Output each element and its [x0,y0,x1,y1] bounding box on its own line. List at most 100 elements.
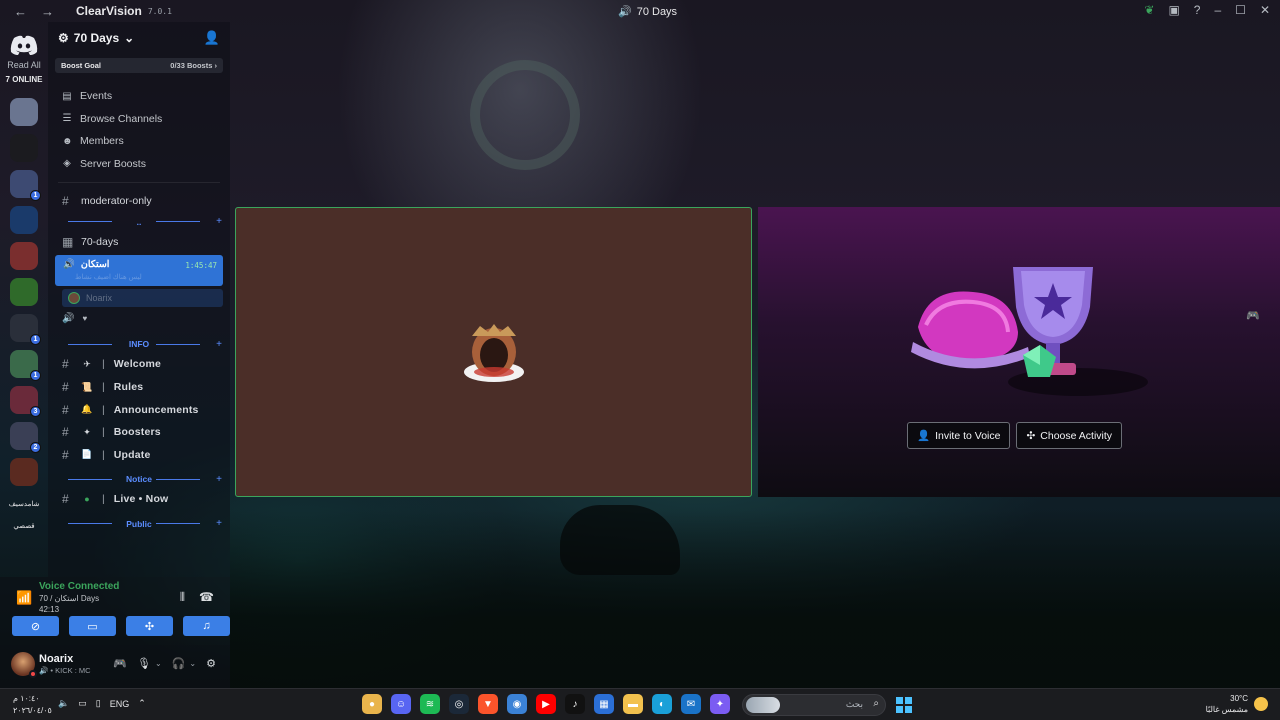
chrome-icon[interactable]: ◉ [507,694,527,714]
soundboard-button[interactable]: ♫ [183,616,230,636]
store-icon[interactable]: ▦ [594,694,614,714]
battery-icon[interactable]: ▯ [96,698,101,709]
server-icon[interactable] [10,458,38,486]
user-activity: 🔊 • KICK : MC [39,666,91,675]
tiktok-icon[interactable]: ♪ [565,694,585,714]
nav-item-server-boosts[interactable]: ◈ Server Boosts [48,153,230,176]
channel-live-now[interactable]: # ● | Live • Now [48,488,230,511]
microphone-icon[interactable]: 🎙 [137,657,151,670]
burger-king-icon[interactable]: ● [362,694,382,714]
outlook-icon[interactable]: ✉ [681,694,701,714]
chevron-down-icon[interactable]: ⌄ [155,659,162,668]
file-explorer-icon[interactable]: ▬ [623,694,643,714]
voice-status[interactable]: Voice Connected [39,581,119,592]
minimize-button[interactable]: – [1214,3,1221,17]
voice-channel-info[interactable]: 70 / استكان Days [39,594,99,603]
server-icon[interactable] [10,98,38,126]
weather-widget[interactable]: 30°C مشمس غالبًا [1206,693,1268,715]
voice-channel-2[interactable]: 🔊 ♥ [48,307,230,329]
maximize-button[interactable]: ☐ [1235,3,1246,17]
server-icon[interactable]: 2 [10,422,41,453]
youtube-icon[interactable]: ▶ [536,694,556,714]
server-header[interactable]: ⚙ 70 Days ⌄ 👤 [48,22,230,54]
add-channel-icon[interactable]: + [216,518,222,529]
back-arrow-icon[interactable]: ← [14,4,27,19]
channel-boosters[interactable]: # ✦ | Boosters [48,421,230,444]
disconnect-icon[interactable]: ☎ [199,590,214,605]
screen-share-button[interactable]: ▭ [69,616,116,636]
start-button[interactable] [896,697,912,713]
window-title: 🔊 70 Days [618,5,677,19]
close-button[interactable]: ✕ [1260,3,1270,17]
add-channel-icon[interactable]: + [216,474,222,485]
discord-icon[interactable]: ☺ [391,694,411,714]
add-channel-icon[interactable]: + [216,216,222,227]
spotify-icon[interactable]: ≋ [420,694,440,714]
server-icon[interactable]: 1 [10,170,41,201]
headphones-icon[interactable]: 🎧 [172,657,186,670]
nav-label: Server Boosts [80,157,146,170]
voice-user-tile[interactable] [235,207,752,497]
network-icon[interactable]: ▭ [78,698,87,709]
gamepad-icon[interactable]: 🎮 [113,657,127,670]
camera-off-button[interactable]: ⊘ [12,616,59,636]
read-all-button[interactable]: Read All [7,60,41,70]
chevron-up-icon[interactable]: ⌃ [138,698,146,709]
steam-icon[interactable]: ◎ [449,694,469,714]
inbox-icon[interactable]: ▣ [1168,3,1179,17]
copilot-icon[interactable]: ✦ [710,694,730,714]
nav-item-members[interactable]: ☻ Members [48,130,230,153]
server-icon[interactable]: 3 [10,386,41,417]
notification-badge: 1 [30,334,41,345]
controller-icon[interactable]: 🎮 [1246,309,1260,322]
noise-suppression-icon[interactable]: ⦀ [180,590,185,605]
brave-icon[interactable]: ▼ [478,694,498,714]
speaker-icon: 🔊 [63,259,75,271]
signal-icon[interactable]: 📶 [16,590,32,606]
server-icon[interactable] [10,278,38,306]
leaf-icon[interactable]: ❦ [1144,3,1154,17]
user-avatar-icon [464,324,524,382]
edge-icon[interactable]: ◐ [652,694,672,714]
server-icon[interactable] [10,134,38,162]
volume-icon[interactable]: 🔈 [58,698,69,709]
activities-button[interactable]: ✣ [126,616,173,636]
username[interactable]: Noarix [39,653,73,665]
discord-logo-icon[interactable] [9,34,39,56]
chevron-down-icon[interactable]: ⌄ [189,659,196,668]
channel-welcome[interactable]: # ✈ | Welcome [48,353,230,376]
boost-goal-bar[interactable]: Boost Goal 0/33 Boosts › [55,58,223,73]
server-name: 70 Days [73,31,120,45]
voice-channel-active[interactable]: 🔊 استكان 1:45:47 ليس هناك اضيف نشاط [55,255,223,287]
category-unnamed[interactable]: .. + [48,213,230,231]
category-public[interactable]: Public + [48,515,230,533]
system-clock[interactable]: ١٠:٤٠ م ٢٠٢٦/٠٤/٠٥ [13,693,52,717]
channel-announcements[interactable]: # 🔔 | Announcements [48,398,230,421]
language-indicator[interactable]: ENG [110,699,130,709]
category-info[interactable]: INFO + [48,335,230,353]
add-channel-icon[interactable]: + [216,339,222,350]
activity-buttons: 👤 Invite to Voice ✣ Choose Activity [907,422,1123,449]
server-icon[interactable] [10,242,38,270]
category-notice[interactable]: Notice + [48,470,230,488]
channel-rules[interactable]: # 📜 | Rules [48,376,230,399]
channel-70-days[interactable]: ▦ 70-days [48,231,230,254]
add-member-icon[interactable]: 👤 [204,30,220,46]
gear-icon[interactable]: ⚙ [206,657,216,670]
server-text-2[interactable]: قصصي [13,522,34,530]
channel-update[interactable]: # 📄 | Update [48,444,230,467]
server-icon[interactable] [10,206,38,234]
forward-arrow-icon[interactable]: → [41,4,54,19]
voice-user-item[interactable]: Noarix [62,289,223,308]
help-icon[interactable]: ? [1194,3,1201,17]
choose-activity-button[interactable]: ✣ Choose Activity [1016,422,1123,449]
taskbar-search[interactable]: بحث ⌕ [742,694,886,716]
server-icon[interactable]: 1 [10,314,41,345]
server-icon[interactable]: 1 [10,350,41,381]
server-text-1[interactable]: شامدسيف [9,500,40,508]
nav-item-browse-channels[interactable]: ☰ Browse Channels [48,108,230,131]
wallpaper-ground [230,510,1280,690]
channel-moderator-only[interactable]: # moderator-only [48,190,230,213]
nav-item-events[interactable]: ▤ Events [48,85,230,108]
invite-to-voice-button[interactable]: 👤 Invite to Voice [907,422,1011,449]
